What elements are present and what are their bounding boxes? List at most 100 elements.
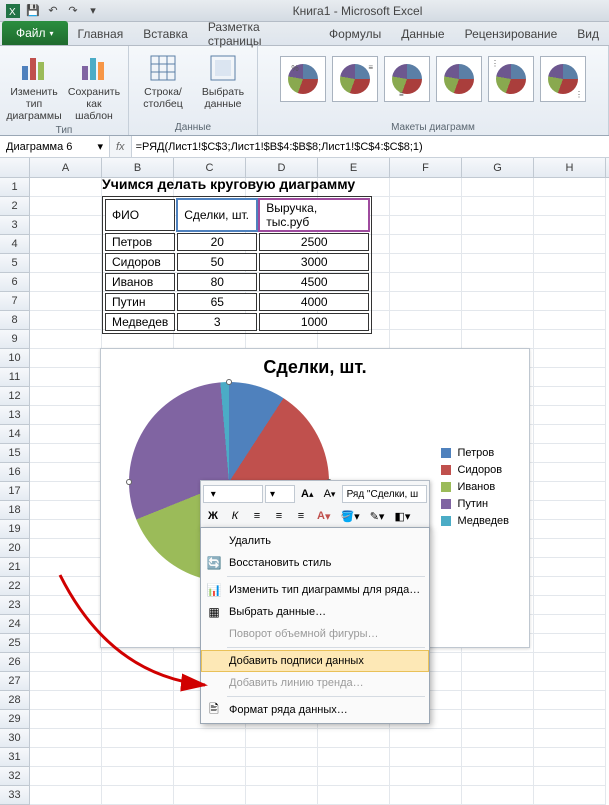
cell[interactable] [390,292,462,311]
row-header[interactable]: 18 [0,501,30,520]
row-header[interactable]: 19 [0,520,30,539]
col-header[interactable]: D [246,158,318,177]
row-header[interactable]: 33 [0,786,30,805]
ctx-select-data[interactable]: ▦Выбрать данные… [201,601,429,623]
cell[interactable] [318,767,390,786]
cell[interactable] [534,786,606,805]
select-all-corner[interactable] [0,158,30,177]
cell[interactable] [30,634,102,653]
chart-layout-6[interactable]: ⋮ [540,56,586,102]
cell[interactable] [246,786,318,805]
cell[interactable] [462,330,534,349]
tab-formulas[interactable]: Формулы [319,23,391,45]
cell[interactable] [30,615,102,634]
cell[interactable] [30,767,102,786]
row-header[interactable]: 31 [0,748,30,767]
cell[interactable] [30,729,102,748]
cell[interactable] [534,311,606,330]
cell[interactable] [30,653,102,672]
cell[interactable] [30,292,102,311]
cell[interactable] [246,748,318,767]
cell[interactable] [102,748,174,767]
cell[interactable] [462,748,534,767]
cell[interactable] [534,748,606,767]
cell[interactable] [534,216,606,235]
cell[interactable] [462,672,534,691]
row-header[interactable]: 14 [0,425,30,444]
switch-row-column-button[interactable]: Строка/столбец [135,50,191,112]
cell[interactable] [462,273,534,292]
cell[interactable] [30,786,102,805]
row-header[interactable]: 28 [0,691,30,710]
cell[interactable] [534,501,606,520]
cell[interactable] [174,767,246,786]
cell[interactable] [390,330,462,349]
font-family-dropdown[interactable]: ▾ [203,485,263,503]
chart-layout-5[interactable]: ⋮ [488,56,534,102]
cell[interactable] [102,786,174,805]
cell[interactable] [534,577,606,596]
font-color-button[interactable]: A▾ [313,506,334,526]
cell[interactable] [462,292,534,311]
font-size-dropdown[interactable]: ▾ [265,485,295,503]
cell[interactable] [102,710,174,729]
tab-file[interactable]: Файл [2,21,68,45]
cell[interactable] [534,197,606,216]
row-header[interactable]: 21 [0,558,30,577]
row-header[interactable]: 32 [0,767,30,786]
cell[interactable] [30,216,102,235]
tab-page-layout[interactable]: Разметка страницы [198,23,319,45]
change-chart-type-button[interactable]: Изменить тип диаграммы [6,50,62,124]
row-header[interactable]: 7 [0,292,30,311]
cell[interactable] [534,520,606,539]
row-header[interactable]: 4 [0,235,30,254]
chart-layout-3[interactable]: ≡ [384,56,430,102]
fill-color-button[interactable]: 🪣▾ [336,506,363,526]
cell[interactable] [318,729,390,748]
ctx-delete[interactable]: Удалить [201,530,429,552]
ctx-format-series[interactable]: 🖹Формат ряда данных… [201,699,429,721]
name-box[interactable]: Диаграмма 6▾ [0,136,110,157]
align-left-button[interactable]: ≡ [247,506,267,526]
cell[interactable] [30,577,102,596]
cell[interactable] [390,235,462,254]
cell[interactable] [30,311,102,330]
cell[interactable] [534,349,606,368]
cell[interactable] [30,501,102,520]
cell[interactable] [102,653,174,672]
row-header[interactable]: 29 [0,710,30,729]
row-header[interactable]: 25 [0,634,30,653]
ctx-add-data-labels[interactable]: Добавить подписи данных [201,650,429,672]
row-header[interactable]: 9 [0,330,30,349]
cell[interactable] [462,178,534,197]
cell[interactable] [30,425,102,444]
cell[interactable] [30,672,102,691]
cell[interactable] [246,767,318,786]
save-icon[interactable]: 💾 [24,2,42,20]
cell[interactable] [534,406,606,425]
cell[interactable] [318,748,390,767]
cell[interactable] [30,406,102,425]
cell[interactable] [30,482,102,501]
cell[interactable] [462,691,534,710]
cell[interactable] [534,767,606,786]
row-header[interactable]: 8 [0,311,30,330]
chart-layout-4[interactable] [436,56,482,102]
qat-dropdown-icon[interactable]: ▾ [84,2,102,20]
cell[interactable] [30,349,102,368]
cell[interactable] [30,273,102,292]
cell[interactable] [30,387,102,406]
cell[interactable] [462,710,534,729]
row-header[interactable]: 20 [0,539,30,558]
undo-icon[interactable]: ↶ [44,2,62,20]
cell[interactable] [534,368,606,387]
tab-insert[interactable]: Вставка [133,23,198,45]
cell[interactable] [318,786,390,805]
cell[interactable] [390,786,462,805]
cell[interactable] [174,786,246,805]
cell[interactable] [390,216,462,235]
cell[interactable] [246,729,318,748]
row-header[interactable]: 3 [0,216,30,235]
row-header[interactable]: 10 [0,349,30,368]
col-header[interactable]: H [534,158,606,177]
